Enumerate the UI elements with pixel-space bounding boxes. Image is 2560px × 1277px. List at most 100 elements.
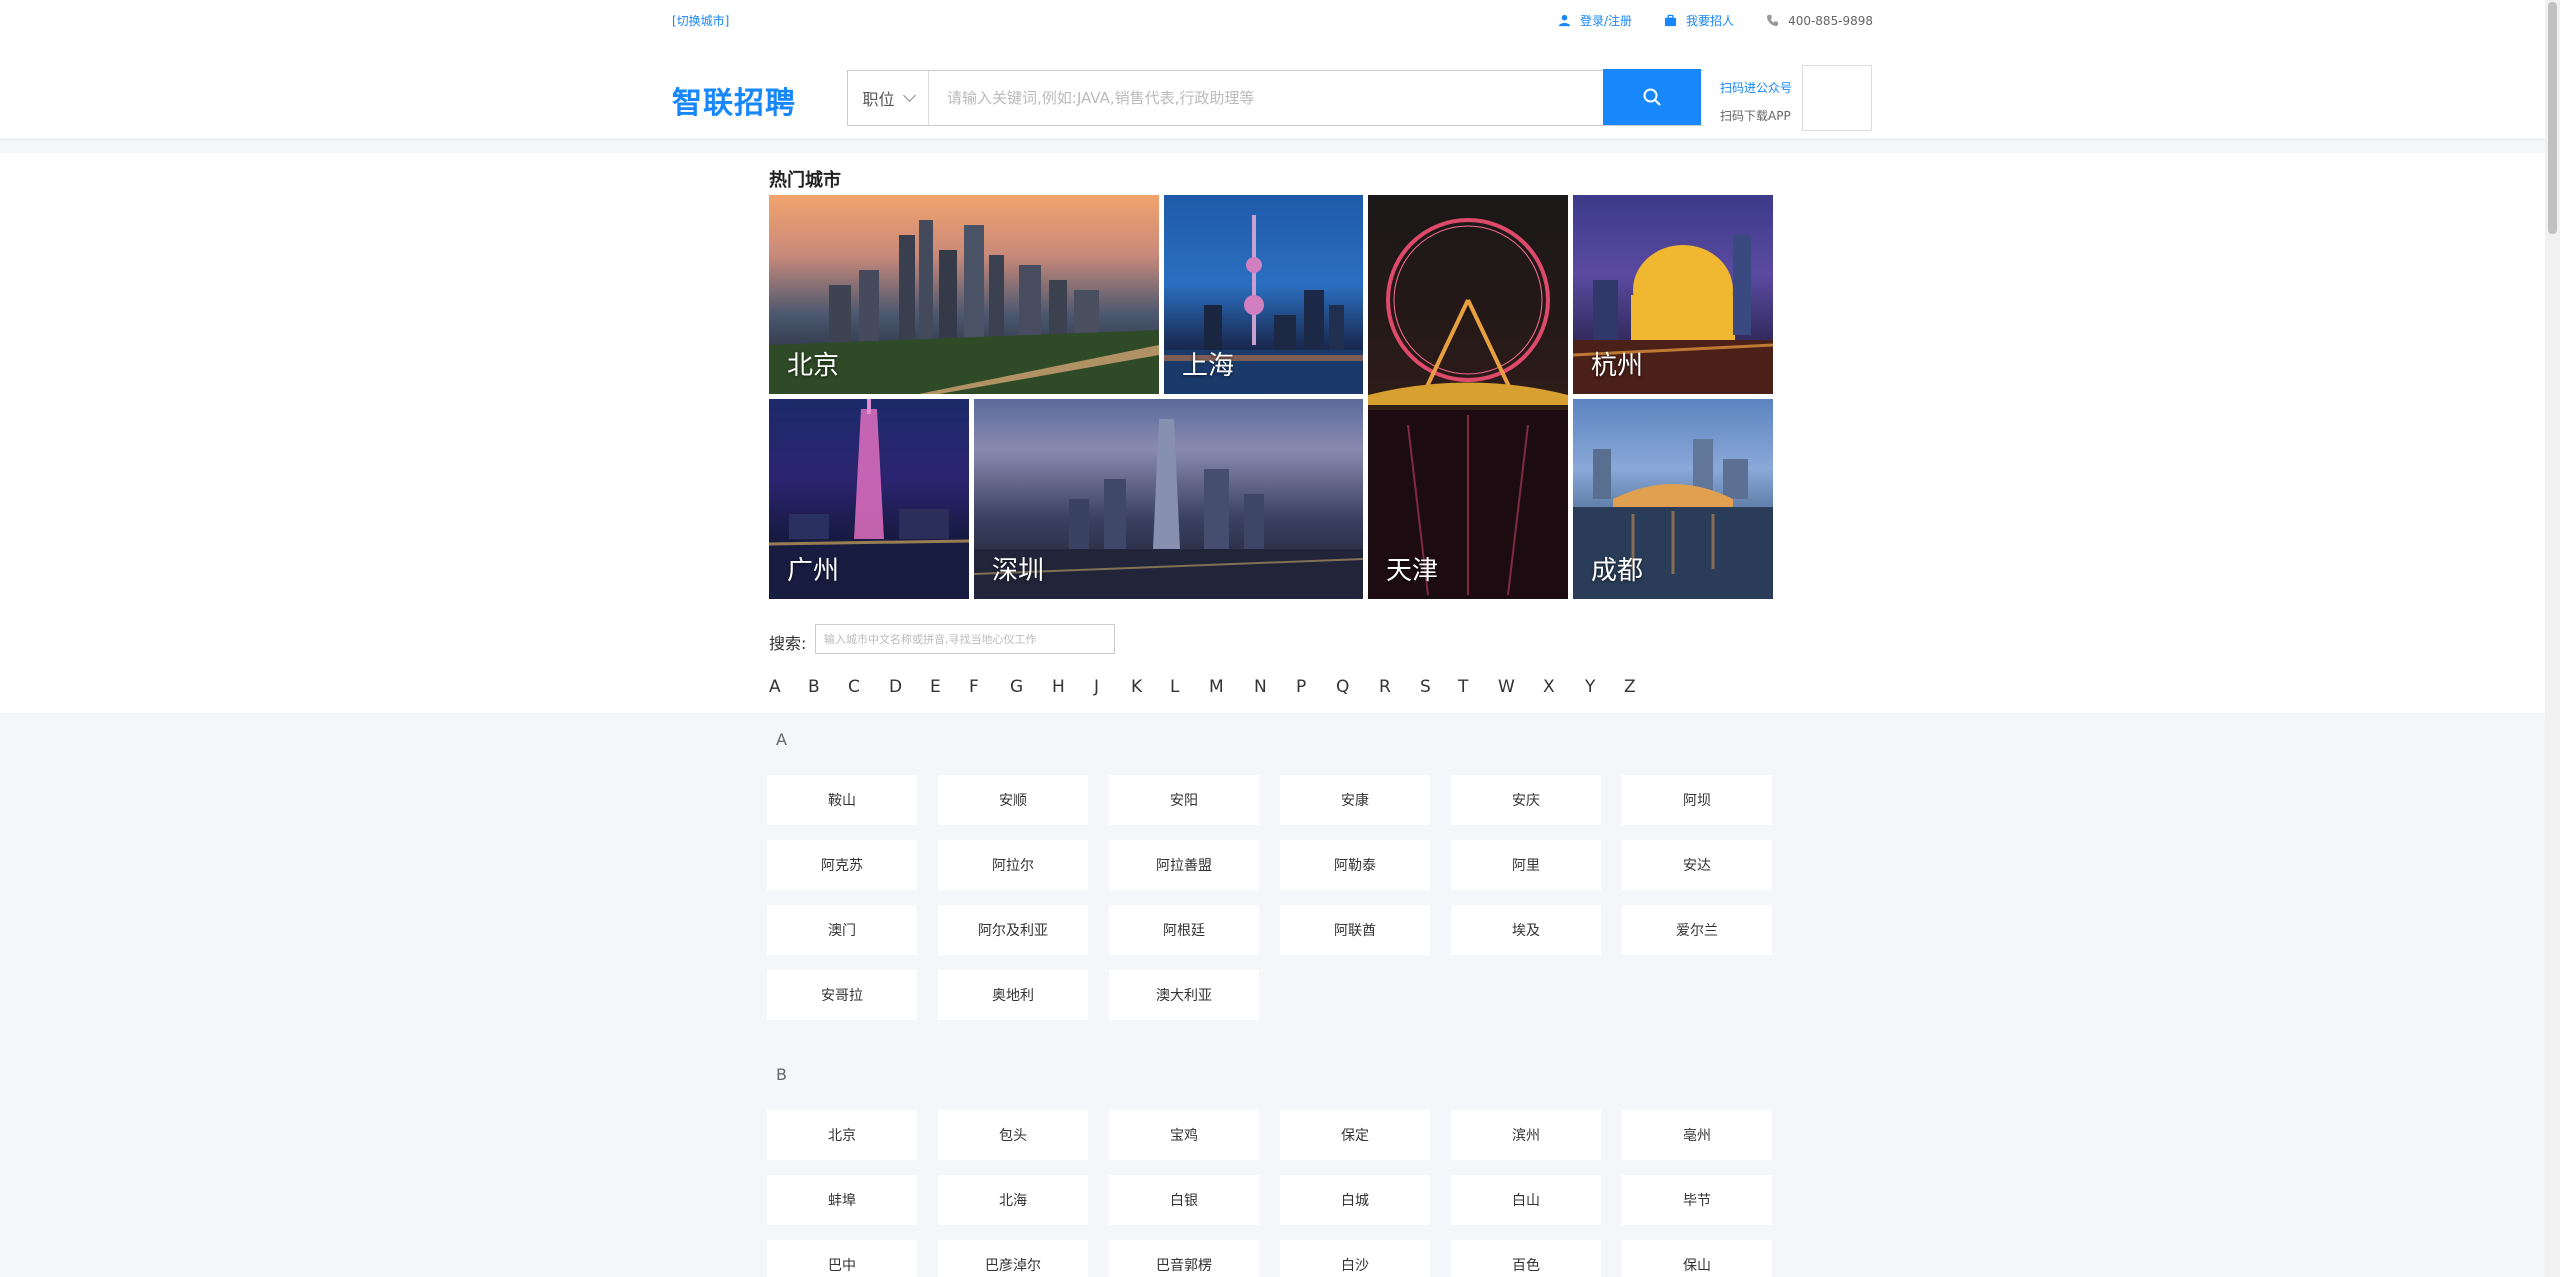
city-grid: 北京 包头 宝鸡 保定 滨州 亳州蚌埠 北海 白银 白城 白山 毕节巴中 巴彦淖尔 巴音郭楞 白沙 百色 保山 xyxy=(767,1110,1772,1277)
city-item[interactable]: 蚌埠 xyxy=(767,1175,917,1225)
city-tile-chengdu[interactable]: 成都 xyxy=(1573,399,1773,599)
city-item[interactable]: 保定 xyxy=(1280,1110,1430,1160)
city-item[interactable]: 埃及 xyxy=(1451,905,1601,955)
city-item[interactable]: 阿根廷 xyxy=(1109,905,1259,955)
city-item[interactable]: 鞍山 xyxy=(767,775,917,825)
letter-index-m[interactable]: M xyxy=(1209,677,1224,697)
city-item[interactable]: 白山 xyxy=(1451,1175,1601,1225)
city-item[interactable]: 安康 xyxy=(1280,775,1430,825)
city-grid: 鞍山 安顺 安阳 安康 安庆 阿坝阿克苏 阿拉尔 阿拉善盟 阿勒泰 阿里 安达澳门 阿尔及利亚 阿根廷阿… xyxy=(767,775,1772,1020)
city-item[interactable]: 宝鸡 xyxy=(1109,1110,1259,1160)
city-item[interactable]: 阿联酋 xyxy=(1280,905,1430,955)
city-name: 成都 xyxy=(1591,556,1644,586)
switch-city-link[interactable]: [切换城市] xyxy=(672,12,729,29)
letter-index-e[interactable]: E xyxy=(930,677,941,697)
city-item[interactable]: 阿克苏 xyxy=(767,840,917,890)
job-search-bar: 职位 xyxy=(847,70,1703,126)
city-name: 深圳 xyxy=(992,556,1045,586)
letter-index-s[interactable]: S xyxy=(1420,677,1431,697)
letter-index-b[interactable]: B xyxy=(808,677,820,697)
city-item[interactable]: 亳州 xyxy=(1622,1110,1772,1160)
city-tile-shenzhen[interactable]: 深圳 xyxy=(974,399,1363,599)
city-item[interactable]: 阿里 xyxy=(1451,840,1601,890)
letter-index-r[interactable]: R xyxy=(1379,677,1391,697)
letter-index-a[interactable]: A xyxy=(769,677,781,697)
city-item[interactable]: 巴音郭楞 xyxy=(1109,1240,1259,1277)
city-item[interactable]: 毕节 xyxy=(1622,1175,1772,1225)
hot-cities-title: 热门城市 xyxy=(769,170,841,191)
city-item[interactable]: 阿尔及利亚 xyxy=(938,905,1088,955)
city-item[interactable]: 阿勒泰 xyxy=(1280,840,1430,890)
city-item[interactable]: 安哥拉 xyxy=(767,970,917,1020)
letter-index-g[interactable]: G xyxy=(1010,677,1023,697)
city-item[interactable]: 白城 xyxy=(1280,1175,1430,1225)
city-item[interactable]: 北海 xyxy=(938,1175,1088,1225)
city-item[interactable]: 奥地利 xyxy=(938,970,1088,1020)
city-name: 上海 xyxy=(1182,351,1235,381)
search-button[interactable] xyxy=(1603,69,1701,125)
zhaopin-logo[interactable]: 智联招聘 xyxy=(672,78,796,122)
city-item[interactable]: 澳门 xyxy=(767,905,917,955)
city-search-input[interactable] xyxy=(815,624,1115,654)
city-item[interactable]: 保山 xyxy=(1622,1240,1772,1277)
city-item[interactable]: 滨州 xyxy=(1451,1110,1601,1160)
city-search-label: 搜索: xyxy=(769,634,807,653)
briefcase-icon xyxy=(1664,14,1677,27)
city-item[interactable]: 阿坝 xyxy=(1622,775,1772,825)
city-item[interactable]: 北京 xyxy=(767,1110,917,1160)
city-item[interactable]: 安达 xyxy=(1622,840,1772,890)
login-link[interactable]: 登录/注册 xyxy=(1558,12,1632,29)
letter-index-h[interactable]: H xyxy=(1052,677,1065,697)
recruit-link[interactable]: 我要招人 xyxy=(1664,12,1734,29)
city-name: 广州 xyxy=(787,556,840,586)
letter-index-x[interactable]: X xyxy=(1543,677,1555,697)
city-tile-tianjin[interactable]: 天津 xyxy=(1368,195,1568,599)
qr-app-download-link[interactable]: 扫码下载APP xyxy=(1720,102,1792,130)
phone-label: 400-885-9898 xyxy=(1788,13,1874,28)
letter-index-p[interactable]: P xyxy=(1296,677,1306,697)
city-item[interactable]: 百色 xyxy=(1451,1240,1601,1277)
letter-index-t[interactable]: T xyxy=(1458,677,1468,697)
letter-index-n[interactable]: N xyxy=(1254,677,1267,697)
letter-index-l[interactable]: L xyxy=(1170,677,1179,697)
search-type-dropdown[interactable]: 职位 xyxy=(848,71,929,125)
qr-public-account-link[interactable]: 扫码进公众号 xyxy=(1720,74,1792,102)
city-item[interactable]: 包头 xyxy=(938,1110,1088,1160)
city-item[interactable]: 巴中 xyxy=(767,1240,917,1277)
letter-index-f[interactable]: F xyxy=(969,677,979,697)
group-letter-heading: B xyxy=(776,1065,787,1084)
letter-index-w[interactable]: W xyxy=(1498,677,1515,697)
letter-index-j[interactable]: J xyxy=(1094,677,1099,697)
city-item[interactable]: 安庆 xyxy=(1451,775,1601,825)
scrollbar-thumb[interactable] xyxy=(2548,2,2557,234)
city-item[interactable]: 白沙 xyxy=(1280,1240,1430,1277)
city-item[interactable]: 爱尔兰 xyxy=(1622,905,1772,955)
city-item[interactable]: 巴彦淖尔 xyxy=(938,1240,1088,1277)
city-item[interactable]: 澳大利亚 xyxy=(1109,970,1259,1020)
group-letter-heading: A xyxy=(776,730,787,749)
city-name: 天津 xyxy=(1386,556,1439,586)
top-bar: [切换城市] 登录/注册 我要招人 400-885-9898 xyxy=(0,0,2545,40)
city-item[interactable]: 安阳 xyxy=(1109,775,1259,825)
city-name: 北京 xyxy=(787,351,840,381)
city-item[interactable]: 阿拉善盟 xyxy=(1109,840,1259,890)
page-scrollbar[interactable] xyxy=(2545,0,2560,1277)
city-item[interactable]: 安顺 xyxy=(938,775,1088,825)
letter-index-y[interactable]: Y xyxy=(1585,677,1595,697)
header: 智联招聘 职位 扫码进公众号 扫码下载APP xyxy=(0,40,2545,140)
city-item[interactable]: 白银 xyxy=(1109,1175,1259,1225)
city-item[interactable]: 阿拉尔 xyxy=(938,840,1088,890)
city-tile-beijing[interactable]: 北京 xyxy=(769,195,1159,394)
letter-index-c[interactable]: C xyxy=(848,677,860,697)
job-search-input[interactable] xyxy=(929,71,1703,125)
letter-index-z[interactable]: Z xyxy=(1624,677,1636,697)
letter-index-d[interactable]: D xyxy=(889,677,902,697)
tianjin-ferris-wheel-image xyxy=(1368,218,1568,599)
letter-index-k[interactable]: K xyxy=(1131,677,1142,697)
city-tile-shanghai[interactable]: 上海 xyxy=(1164,195,1363,394)
top-right-links: 登录/注册 我要招人 400-885-9898 xyxy=(1558,12,1873,29)
city-tile-hangzhou[interactable]: 杭州 xyxy=(1573,195,1773,394)
city-tile-guangzhou[interactable]: 广州 xyxy=(769,399,969,599)
letter-index-q[interactable]: Q xyxy=(1336,677,1349,697)
search-type-label: 职位 xyxy=(862,90,895,109)
